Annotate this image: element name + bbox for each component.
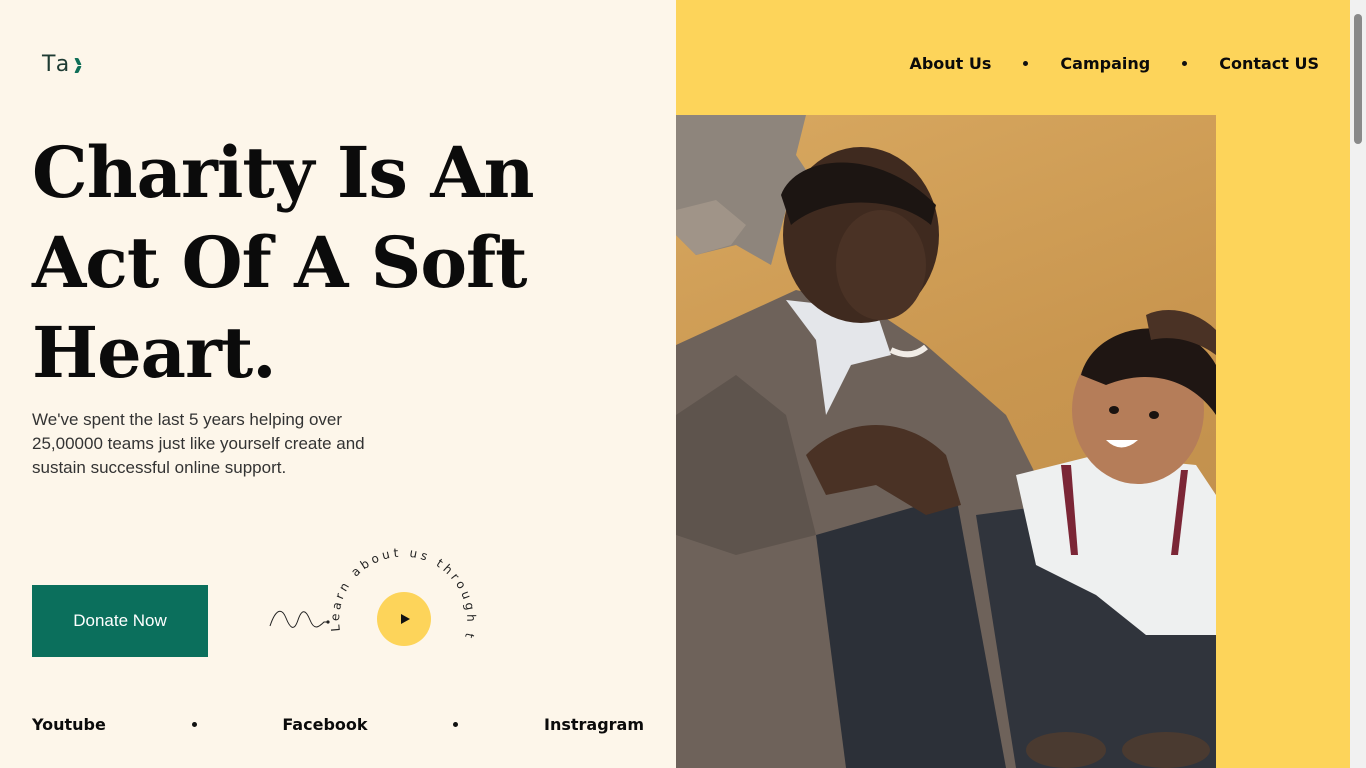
hero-title-line: Heart. <box>32 311 277 394</box>
squiggle-arrow-icon <box>269 610 330 628</box>
logo[interactable]: Ta <box>42 52 84 77</box>
hero-title-line: Act Of A Soft <box>32 221 527 304</box>
social-separator <box>453 721 459 727</box>
social-instagram-link[interactable]: Instragram <box>544 715 644 734</box>
play-icon <box>401 614 410 624</box>
top-nav: About Us Campaing Contact US <box>909 52 1319 74</box>
social-facebook-link[interactable]: Facebook <box>282 715 367 734</box>
nav-separator <box>1182 60 1188 66</box>
hero-photo <box>676 115 1216 768</box>
hero-subtitle: We've spent the last 5 years helping ove… <box>32 410 365 477</box>
page-scrollbar[interactable] <box>1350 0 1366 768</box>
nav-campaing[interactable]: Campaing <box>1060 54 1150 73</box>
nav-about-us[interactable]: About Us <box>909 54 991 73</box>
hero-title-line: Charity Is An <box>32 131 535 214</box>
social-separator <box>191 721 197 727</box>
social-links: Youtube Facebook Instragram <box>32 712 644 736</box>
play-video-button[interactable] <box>377 592 431 646</box>
hero-photo-illustration <box>676 115 1216 768</box>
social-youtube-link[interactable]: Youtube <box>32 715 106 734</box>
logo-mark-icon <box>74 56 84 74</box>
scrollbar-thumb[interactable] <box>1354 14 1362 144</box>
donate-now-button[interactable]: Donate Now <box>32 585 208 657</box>
hero-title: Charity Is An Act Of A Soft Heart. <box>32 128 652 398</box>
nav-separator <box>1023 60 1029 66</box>
nav-contact-us[interactable]: Contact US <box>1219 54 1319 73</box>
logo-text: Ta <box>42 52 74 77</box>
